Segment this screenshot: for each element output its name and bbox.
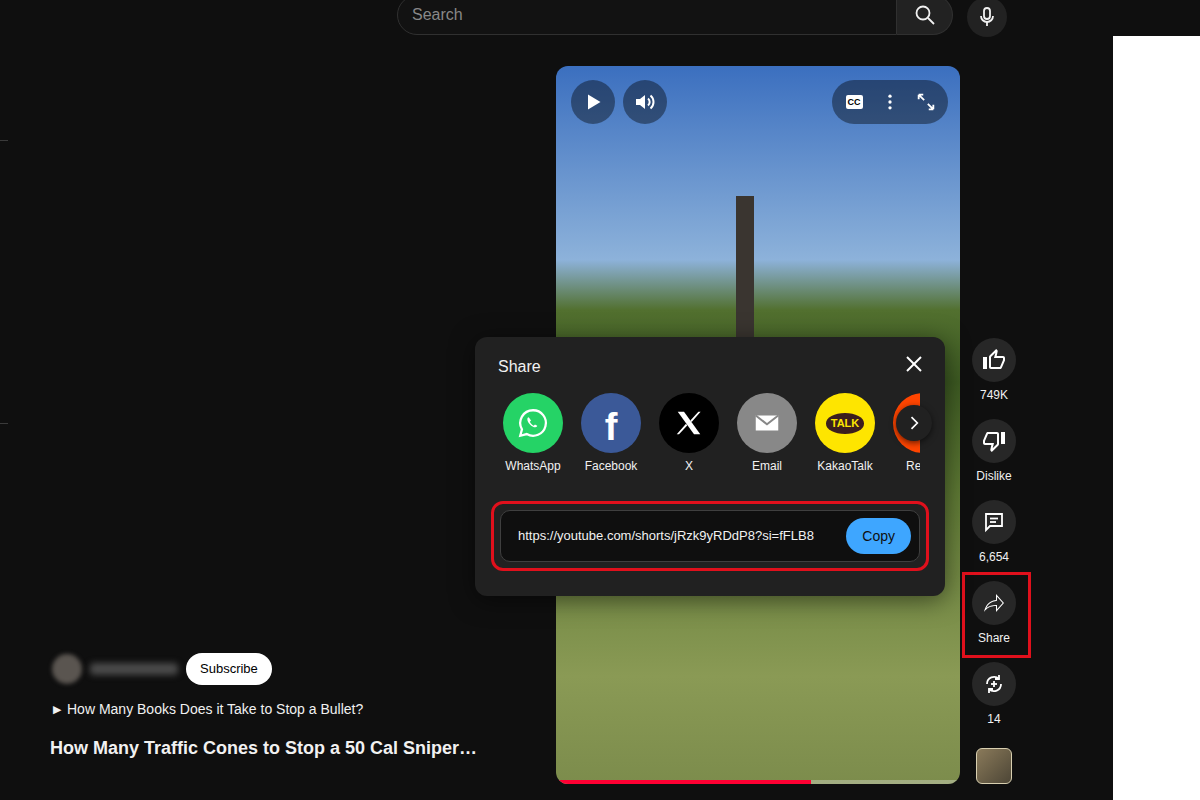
- volume-icon: [633, 90, 657, 114]
- highlight-box: [962, 653, 1031, 739]
- share-icon: [982, 591, 1006, 615]
- search-input[interactable]: [397, 0, 897, 35]
- chevron-right-icon: [904, 413, 924, 433]
- progress-track[interactable]: [556, 780, 960, 784]
- share-target-label: KakaoTalk: [817, 459, 872, 473]
- comments-button[interactable]: [972, 500, 1016, 544]
- share-button[interactable]: [972, 581, 1016, 625]
- player-controls: CC: [832, 80, 948, 124]
- related-video-link[interactable]: ▶ How Many Books Does it Take to Stop a B…: [53, 699, 556, 720]
- next-button[interactable]: [896, 405, 932, 441]
- voice-search-button[interactable]: [967, 0, 1007, 37]
- facebook-icon: f: [605, 408, 618, 446]
- email-icon: [752, 408, 782, 438]
- search-button[interactable]: [897, 0, 953, 35]
- action-label: Share: [978, 629, 1010, 647]
- kakaotalk-logo-text: TALK: [831, 418, 860, 429]
- like-icon: [982, 348, 1006, 372]
- link-field[interactable]: https://youtube.com/shorts/jRzk9yRDdP8?s…: [500, 510, 920, 562]
- action-label: 6,654: [979, 548, 1009, 566]
- copy-button[interactable]: Copy: [846, 518, 911, 554]
- comments-action[interactable]: 6,654: [972, 500, 1016, 566]
- video-info: Subscribe ▶ How Many Books Does it Take to…: [0, 36, 556, 800]
- remix-button[interactable]: [972, 662, 1016, 706]
- like-button[interactable]: [972, 338, 1016, 382]
- share-targets: WhatsApp f Facebook X Email TALK KakaoTalk Re: [503, 393, 920, 473]
- edge-mark: [0, 423, 8, 424]
- remix-action[interactable]: 14: [972, 662, 1016, 728]
- action-bar: 749K Dislike 6,654 Share 14: [972, 36, 1016, 800]
- play-icon: ▶: [53, 701, 61, 718]
- remix-icon: [982, 672, 1006, 696]
- dislike-button[interactable]: [972, 419, 1016, 463]
- page-margin: [1113, 36, 1200, 800]
- captions-button[interactable]: CC: [842, 90, 866, 114]
- more-icon: [880, 92, 900, 112]
- highlight-box: [962, 491, 1031, 577]
- action-label: Dislike: [976, 467, 1011, 485]
- fullscreen-icon: [915, 91, 937, 113]
- share-target[interactable]: f Facebook: [581, 393, 641, 473]
- edge-mark: [0, 140, 8, 141]
- fullscreen-button[interactable]: [914, 90, 938, 114]
- share-target[interactable]: TALK KakaoTalk: [815, 393, 875, 473]
- x-icon: [674, 408, 704, 438]
- like-action[interactable]: 749K: [972, 338, 1016, 404]
- volume-button[interactable]: [623, 80, 667, 124]
- related-title: How Many Books Does it Take to Stop a Bu…: [67, 699, 363, 720]
- highlight-box: [962, 410, 1031, 496]
- facebook-logo: f: [581, 393, 641, 453]
- share-target-label: Re: [893, 459, 920, 473]
- link-highlight: https://youtube.com/shorts/jRzk9yRDdP8?s…: [491, 501, 929, 571]
- share-target[interactable]: X: [659, 393, 719, 473]
- channel-avatar[interactable]: [52, 654, 82, 684]
- channel-row: Subscribe: [50, 653, 556, 685]
- share-target[interactable]: Email: [737, 393, 797, 473]
- share-action[interactable]: Share: [972, 581, 1016, 647]
- more-button[interactable]: [878, 90, 902, 114]
- search-icon: [913, 3, 937, 27]
- top-bar: [0, 0, 1200, 36]
- action-label: 14: [987, 710, 1000, 728]
- email-logo: [737, 393, 797, 453]
- dislike-action[interactable]: Dislike: [972, 419, 1016, 485]
- share-target-label: Facebook: [585, 459, 638, 473]
- share-target-label: WhatsApp: [505, 459, 560, 473]
- highlight-box: [962, 329, 1031, 415]
- action-label: 749K: [980, 386, 1008, 404]
- spacer: [1016, 36, 1113, 800]
- video-title: How Many Traffic Cones to Stop a 50 Cal …: [50, 735, 556, 762]
- highlight-box: [962, 572, 1031, 658]
- search-bar: [397, 0, 953, 35]
- dialog-title: Share: [498, 356, 929, 378]
- share-dialog: Share WhatsApp f Facebook X Email TALK KakaoTal…: [475, 337, 945, 596]
- channel-avatar[interactable]: [976, 748, 1012, 784]
- close-icon: [902, 352, 926, 376]
- whatsapp-logo: [503, 393, 563, 453]
- dislike-icon: [982, 429, 1006, 453]
- comments-icon: [982, 510, 1006, 534]
- kakaotalk-logo: TALK: [815, 393, 875, 453]
- share-target[interactable]: WhatsApp: [503, 393, 563, 473]
- share-target-label: Email: [752, 459, 782, 473]
- close-button[interactable]: [902, 352, 926, 376]
- whatsapp-icon: [516, 406, 550, 440]
- kakaotalk-icon: TALK: [826, 413, 865, 434]
- share-target-label: X: [685, 459, 693, 473]
- captions-icon: CC: [846, 95, 863, 109]
- subscribe-button[interactable]: Subscribe: [186, 653, 272, 685]
- x-logo: [659, 393, 719, 453]
- share-link[interactable]: https://youtube.com/shorts/jRzk9yRDdP8?s…: [518, 526, 838, 546]
- microphone-icon: [975, 5, 999, 29]
- progress-fill: [556, 780, 811, 784]
- play-button[interactable]: [571, 80, 615, 124]
- play-icon: [583, 92, 603, 112]
- channel-name-blurred[interactable]: [90, 663, 178, 675]
